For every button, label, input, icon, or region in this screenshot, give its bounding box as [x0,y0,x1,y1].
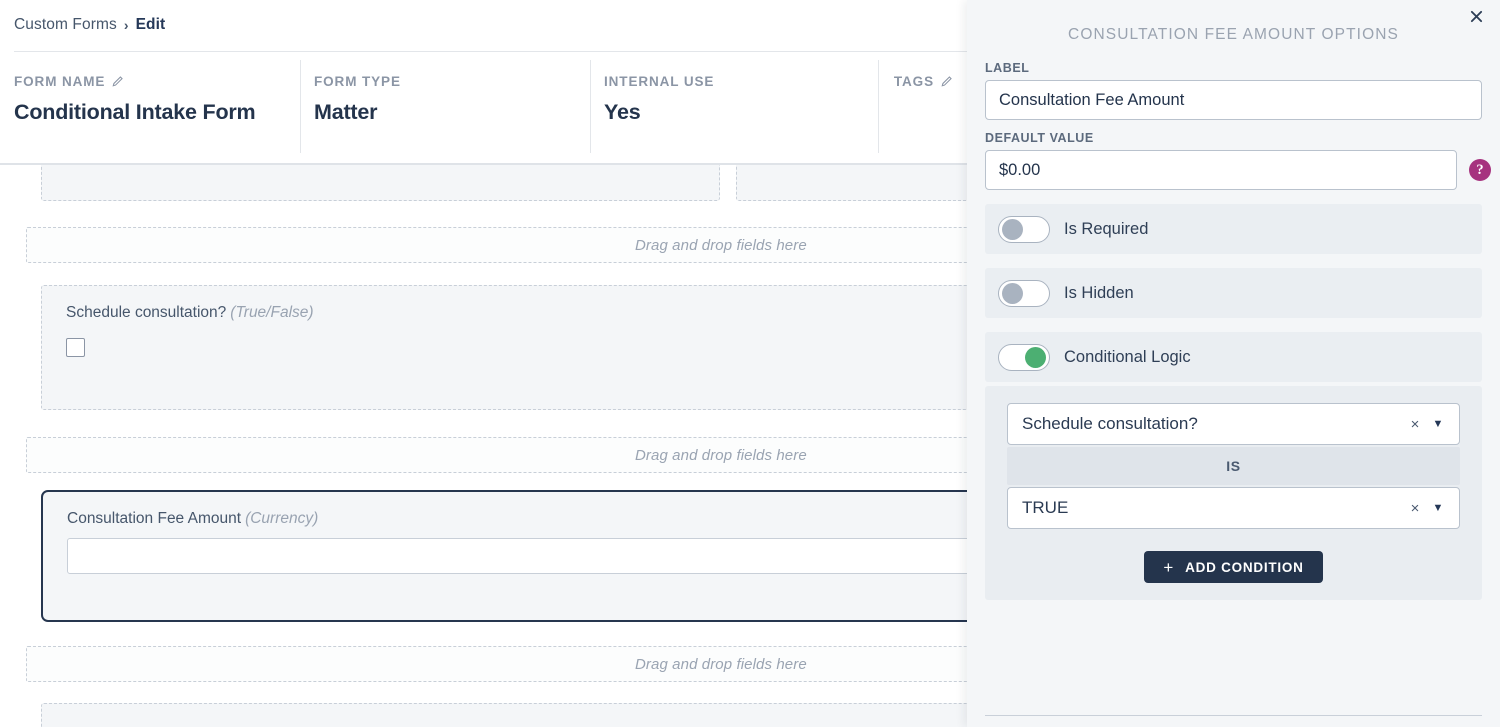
field-options-panel: CONSULTATION FEE AMOUNT OPTIONS LABEL DE… [967,0,1500,727]
field-label-text: Consultation Fee Amount [67,510,242,527]
dropzone-2-text: Drag and drop fields here [635,446,807,464]
toggle-row-is-hidden[interactable]: Is Hidden [985,268,1482,318]
chevron-down-icon[interactable]: ▼ [1425,502,1451,514]
form-canvas: Drag and drop fields here Schedule consu… [0,165,967,727]
field-label-text: Schedule consultation? [66,304,227,321]
panel-title: CONSULTATION FEE AMOUNT OPTIONS [1068,26,1399,43]
add-condition-button-label: ADD CONDITION [1185,559,1304,575]
field-box-partial-bottom[interactable] [41,703,967,727]
meta-value-form-type: Matter [314,100,378,124]
meta-label-form-name: FORM NAME [14,74,300,89]
breadcrumb: Custom Forms › Edit [0,0,967,34]
toggle-row-is-required[interactable]: Is Required [985,204,1482,254]
toggle-label-is-hidden: Is Hidden [1064,283,1134,302]
breadcrumb-separator-icon: › [123,17,129,33]
field-label-consultation-fee-amount: Consultation Fee Amount (Currency) [67,510,318,528]
label-field-caption: LABEL [985,61,1030,75]
meta-label-internal-use-text: INTERNAL USE [604,74,715,89]
field-label-schedule-consultation: Schedule consultation? (True/False) [66,304,314,322]
chevron-down-icon[interactable]: ▼ [1425,418,1451,430]
condition-field-select[interactable]: Schedule consultation? × ▼ [1007,403,1460,445]
close-icon[interactable] [1465,5,1487,27]
dropzone-3[interactable]: Drag and drop fields here [26,646,967,682]
condition-builder: Schedule consultation? × ▼ IS TRUE × ▼ +… [985,386,1482,600]
field-box-partial-right[interactable] [736,165,967,201]
meta-internal-use: INTERNAL USE Yes [590,52,878,163]
field-checkbox-schedule-consultation[interactable] [66,338,85,357]
panel-footer-divider [985,715,1482,716]
toggle-knob [1002,219,1023,240]
condition-actions: + ADD CONDITION [1007,551,1460,583]
dropzone-1-text: Drag and drop fields here [635,236,807,254]
plus-icon: + [1163,557,1175,577]
dropzone-3-text: Drag and drop fields here [635,655,807,673]
field-box-partial-left[interactable] [41,165,720,201]
default-value-row: ? [985,150,1491,190]
condition-field-select-value: Schedule consultation? [1022,414,1198,433]
field-box-schedule-consultation[interactable]: Schedule consultation? (True/False) [41,285,967,410]
dropzone-1[interactable]: Drag and drop fields here [26,227,967,263]
meta-tags: TAGS [878,52,967,163]
toggle-knob [1025,347,1046,368]
toggle-knob [1002,283,1023,304]
default-value-field-group: DEFAULT VALUE ? [985,131,1491,190]
label-field-group: LABEL [985,61,1482,120]
pencil-icon[interactable] [111,75,124,88]
label-input[interactable] [985,80,1482,120]
form-builder-main: Custom Forms › Edit FORM NAME Conditiona… [0,0,967,727]
toggle-is-required[interactable] [998,215,1050,243]
meta-label-form-type: FORM TYPE [314,74,590,89]
dropzone-2[interactable]: Drag and drop fields here [26,437,967,473]
meta-value-internal-use: Yes [604,100,641,124]
pencil-icon-tags[interactable] [940,75,953,88]
toggle-label-conditional-logic: Conditional Logic [1064,347,1191,366]
breadcrumb-current: Edit [135,16,166,33]
meta-value-form-name: Conditional Intake Form [14,100,256,124]
custom-form-editor: Custom Forms › Edit FORM NAME Conditiona… [0,0,1500,727]
add-condition-button[interactable]: + ADD CONDITION [1144,551,1323,583]
meta-label-tags: TAGS [892,74,967,89]
meta-label-form-type-text: FORM TYPE [314,74,401,89]
toggle-label-is-required: Is Required [1064,219,1149,238]
meta-label-form-name-text: FORM NAME [14,74,106,89]
form-meta-row: FORM NAME Conditional Intake Form FORM T… [0,52,967,163]
condition-value-select-value: TRUE [1022,498,1069,517]
help-circle-icon[interactable]: ? [1469,159,1491,181]
meta-form-type: FORM TYPE Matter [300,52,590,163]
default-value-caption: DEFAULT VALUE [985,131,1094,145]
meta-label-internal-use: INTERNAL USE [604,74,878,89]
clear-x-icon[interactable]: × [1405,500,1425,517]
field-type-hint: (True/False) [230,304,314,321]
toggle-conditional-logic[interactable] [998,343,1050,371]
field-input-consultation-fee-amount[interactable] [67,538,967,574]
panel-body: LABEL DEFAULT VALUE ? Is Required Is Hid… [967,44,1500,600]
field-type-hint: (Currency) [245,510,319,527]
field-box-consultation-fee-amount[interactable]: Consultation Fee Amount (Currency) [41,490,967,622]
clear-x-icon[interactable]: × [1405,416,1425,433]
breadcrumb-parent-link[interactable]: Custom Forms [14,16,117,34]
meta-form-name: FORM NAME Conditional Intake Form [0,52,300,163]
default-value-input[interactable] [985,150,1457,190]
toggle-row-conditional-logic[interactable]: Conditional Logic [985,332,1482,382]
condition-operator: IS [1007,447,1460,485]
meta-label-tags-text: TAGS [893,74,934,89]
condition-value-select[interactable]: TRUE × ▼ [1007,487,1460,529]
toggle-is-hidden[interactable] [998,279,1050,307]
